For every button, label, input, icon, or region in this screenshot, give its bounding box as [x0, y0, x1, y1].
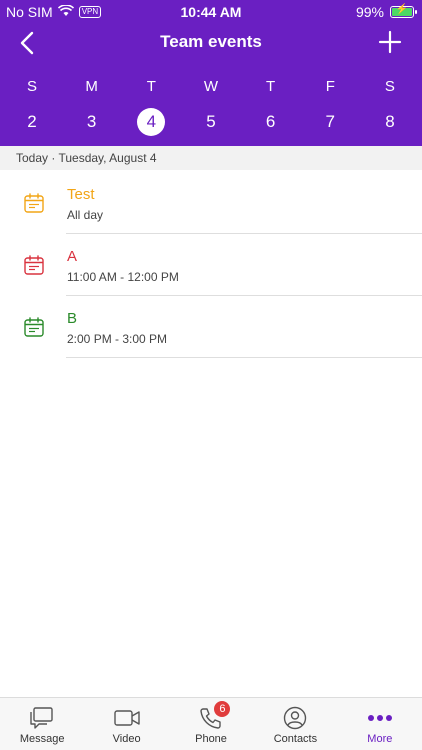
event-item[interactable]: Test All day	[0, 172, 422, 234]
today-header: Today · Tuesday, August 4	[0, 146, 422, 170]
event-title: B	[67, 310, 78, 327]
weekday-label: F	[325, 78, 335, 95]
event-item[interactable]: B 2:00 PM - 3:00 PM	[0, 296, 422, 358]
date-selected[interactable]: 4	[137, 108, 166, 136]
calendar-icon	[23, 316, 45, 338]
calendar-icon	[23, 254, 45, 276]
event-item[interactable]: A 11:00 AM - 12:00 PM	[0, 234, 422, 296]
weekday-label: T	[146, 78, 156, 95]
date-cell[interactable]: 6	[257, 108, 285, 136]
weekday-label: W	[203, 78, 219, 95]
divider	[66, 357, 422, 358]
event-time: 2:00 PM - 3:00 PM	[67, 332, 168, 346]
person-circle-icon	[281, 706, 309, 730]
weekday-label: T	[266, 78, 276, 95]
more-dots-icon	[366, 706, 394, 730]
tab-more[interactable]: More	[338, 698, 422, 750]
event-title: A	[67, 248, 78, 265]
tab-label: Contacts	[273, 733, 318, 745]
tab-message[interactable]: Message	[0, 698, 84, 750]
tab-label: Video	[112, 733, 141, 745]
tab-label: Phone	[195, 733, 227, 745]
tab-label: More	[367, 733, 393, 745]
event-time: All day	[67, 208, 104, 222]
week-strip: S M T W T F S 2 3 4 5 6 7 8	[0, 76, 422, 136]
date-cell[interactable]: 2	[18, 108, 46, 136]
page-title: Team events	[160, 32, 262, 51]
event-time: 11:00 AM - 12:00 PM	[67, 270, 179, 284]
weekday-label: S	[384, 78, 395, 95]
date-cell[interactable]: 3	[78, 108, 106, 136]
chat-bubbles-icon	[28, 706, 56, 730]
notification-badge: 6	[214, 701, 231, 717]
tab-phone[interactable]: 6 Phone	[169, 698, 253, 750]
header: No SIM VPN 10:44 AM 99% ⚡ Team events S M…	[0, 0, 422, 146]
plus-icon	[378, 30, 402, 54]
tab-label: Message	[19, 733, 65, 745]
event-title: Test	[67, 186, 95, 203]
event-list: Test All day A 11:00 AM - 12:00 PM B 2:00 PM …	[0, 172, 422, 358]
battery-icon: ⚡	[390, 4, 417, 18]
date-cell[interactable]: 7	[316, 108, 344, 136]
date-cell[interactable]: 5	[197, 108, 225, 136]
date-cell[interactable]: 8	[376, 108, 404, 136]
tab-video[interactable]: Video	[84, 698, 168, 750]
status-bar: No SIM VPN 10:44 AM 99% ⚡	[0, 0, 422, 24]
add-event-button[interactable]	[378, 30, 402, 54]
calendar-icon	[23, 192, 45, 214]
video-camera-icon	[113, 706, 141, 730]
weekday-label: S	[26, 78, 37, 95]
weekday-label: M	[85, 78, 98, 95]
navigation-bar: Team events	[0, 26, 422, 60]
battery-percent: 99%	[355, 4, 384, 20]
tab-bar: Message Video 6 Phone Contacts More	[0, 697, 422, 750]
tab-contacts[interactable]: Contacts	[253, 698, 337, 750]
